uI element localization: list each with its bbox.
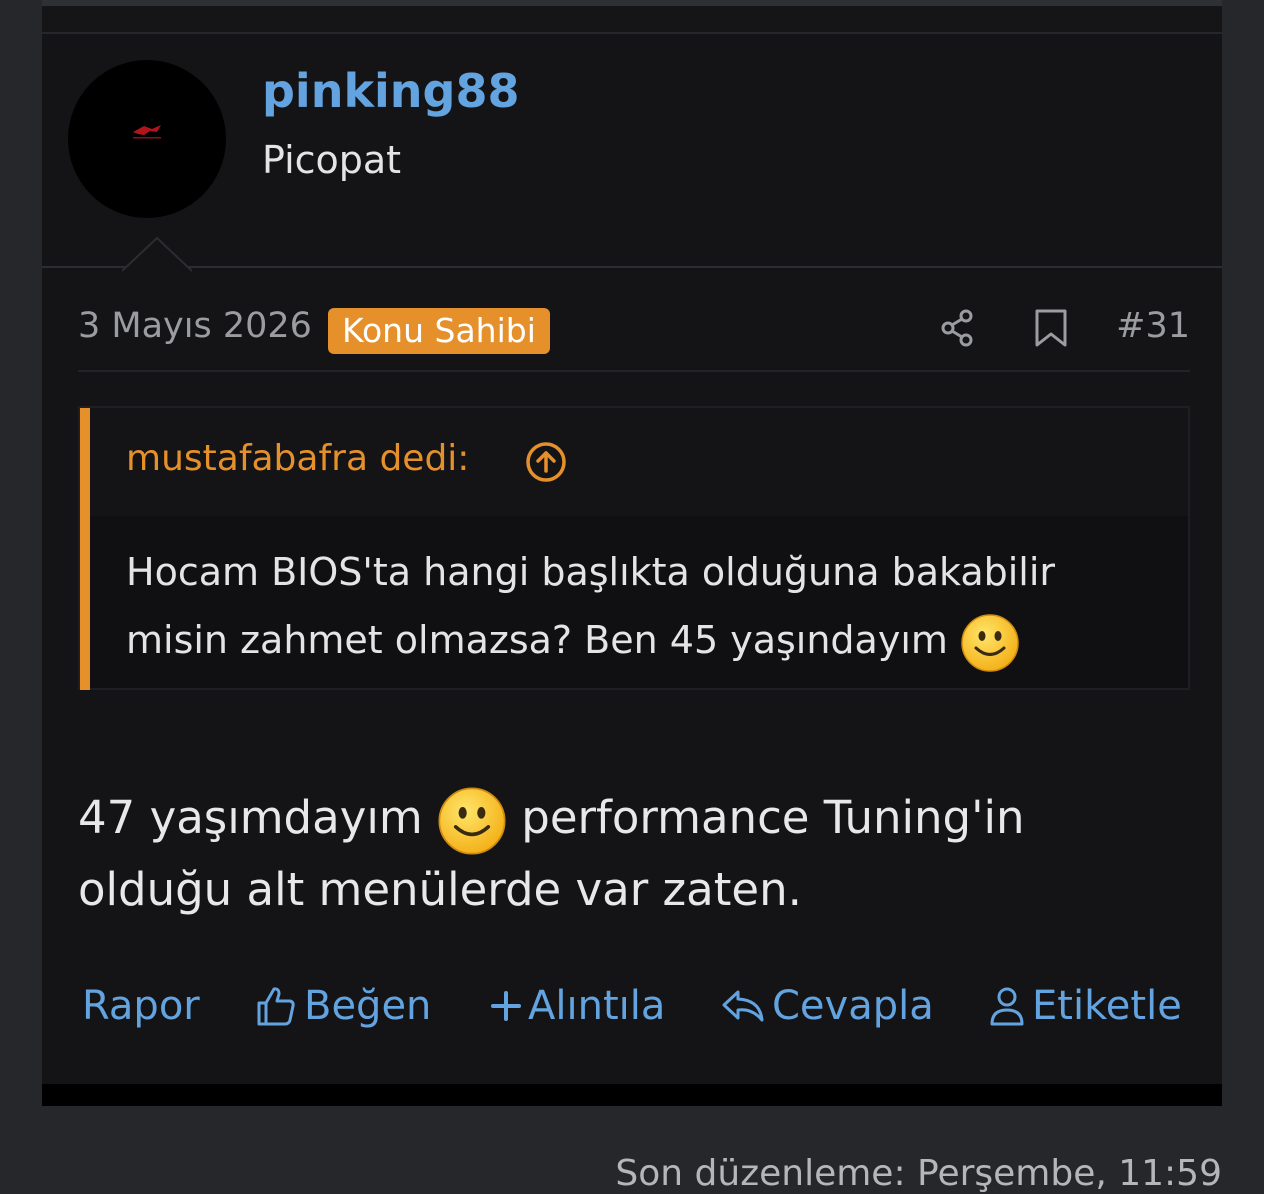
post-meta: 3 Mayıs 2026 Konu Sahibi #31 xyxy=(78,296,1190,372)
user-icon xyxy=(990,987,1024,1026)
plus-icon xyxy=(491,991,521,1021)
share-icon[interactable] xyxy=(938,308,978,348)
message-part-2: performance Tuning'in xyxy=(521,791,1025,844)
smile-emoji-icon xyxy=(438,787,506,855)
quote-author[interactable]: mustafabafra dedi: xyxy=(126,438,469,479)
quote-label: Alıntıla xyxy=(528,983,666,1029)
previous-post-footer xyxy=(42,0,1222,32)
like-button[interactable]: Beğen xyxy=(254,978,431,1034)
bookmark-icon[interactable] xyxy=(1033,308,1069,348)
quote-button[interactable]: Alıntıla xyxy=(490,978,665,1034)
post-actions: Rapor Beğen Alıntıla Cevapla Etiketle xyxy=(78,978,1190,1038)
post-number[interactable]: #31 xyxy=(1116,306,1190,346)
post-user-header: pinking88 Picopat xyxy=(42,34,1222,272)
rog-logo-icon xyxy=(133,125,161,139)
username[interactable]: pinking88 xyxy=(262,64,520,118)
message-line-1: 47 yaşımdayım performance Tuning'in xyxy=(78,784,1190,856)
report-link[interactable]: Rapor xyxy=(82,978,200,1034)
smile-emoji-icon xyxy=(961,613,1019,672)
tag-label: Etiketle xyxy=(1032,983,1182,1029)
reply-label: Cevapla xyxy=(772,983,934,1029)
forum-post: pinking88 Picopat 3 Mayıs 2026 Konu Sahi… xyxy=(42,34,1222,1106)
header-caret xyxy=(122,236,192,272)
reply-button[interactable]: Cevapla xyxy=(720,978,934,1034)
quote-text: Hocam BIOS'ta hangi başlıkta olduğuna ba… xyxy=(126,538,1166,674)
tag-button[interactable]: Etiketle xyxy=(988,978,1182,1034)
quote-line-2-text: misin zahmet olmazsa? Ben 45 yaşındayım xyxy=(126,618,948,662)
reply-icon xyxy=(722,990,764,1022)
message-part-1: 47 yaşımdayım xyxy=(78,791,423,844)
last-edited-note: Son düzenleme: Perşembe, 11:59 xyxy=(615,1153,1222,1194)
arrow-up-circle-icon[interactable] xyxy=(524,440,568,484)
report-label: Rapor xyxy=(82,983,200,1029)
avatar[interactable] xyxy=(68,60,226,218)
thread-starter-badge: Konu Sahibi xyxy=(328,308,550,354)
post-message: 47 yaşımdayım performance Tuning'in oldu… xyxy=(78,784,1190,924)
user-title: Picopat xyxy=(262,138,402,182)
quote-block: mustafabafra dedi: Hocam BIOS'ta hangi b… xyxy=(78,406,1190,690)
post-bottom-bar xyxy=(42,1084,1222,1106)
message-line-2: olduğu alt menülerde var zaten. xyxy=(78,863,802,916)
quote-line-1: Hocam BIOS'ta hangi başlıkta olduğuna ba… xyxy=(126,550,1056,594)
like-label: Beğen xyxy=(304,983,432,1029)
thumbs-up-icon xyxy=(257,987,295,1026)
post-date[interactable]: 3 Mayıs 2026 xyxy=(78,306,312,346)
quote-accent-bar xyxy=(80,408,90,690)
quote-header: mustafabafra dedi: xyxy=(90,408,1188,516)
quote-line-2: misin zahmet olmazsa? Ben 45 yaşındayım xyxy=(126,606,1166,674)
